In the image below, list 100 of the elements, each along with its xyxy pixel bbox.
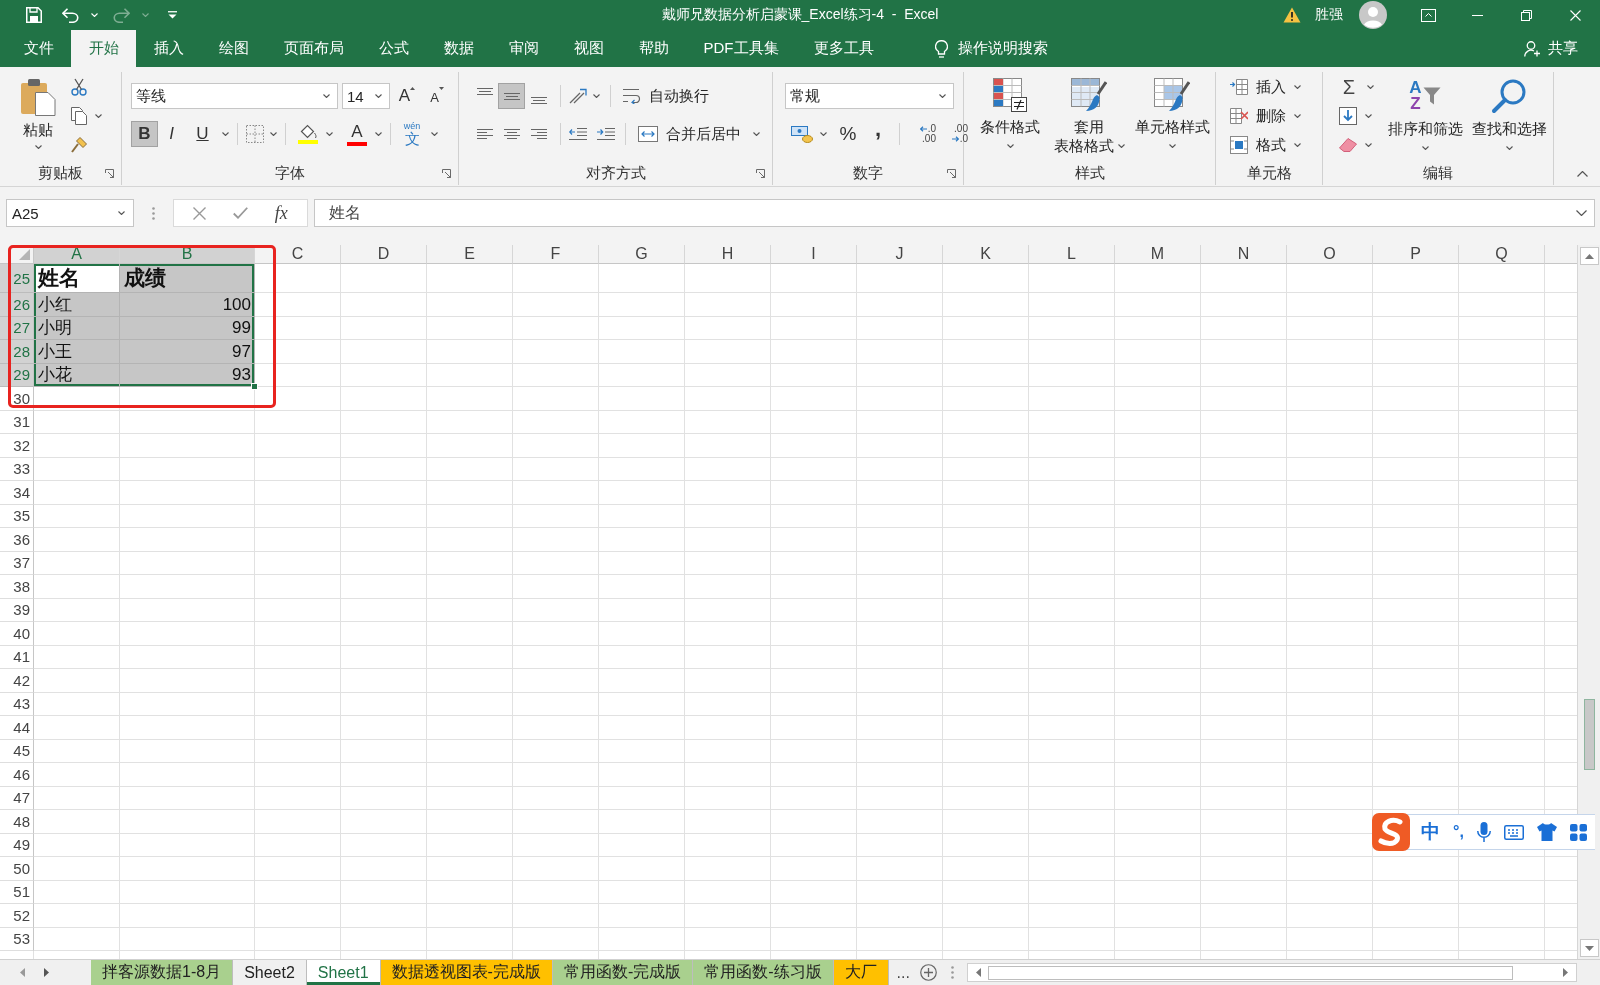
- caret-icon[interactable]: [326, 132, 333, 136]
- cell-styles-button[interactable]: 单元格样式: [1130, 72, 1214, 161]
- shrink-font-button[interactable]: A: [424, 83, 450, 109]
- warning-icon[interactable]: [1283, 7, 1301, 23]
- accounting-icon[interactable]: [791, 125, 813, 143]
- scroll-down-button[interactable]: [1579, 939, 1599, 957]
- sheet-tab[interactable]: 大厂: [833, 960, 889, 985]
- scroll-up-button[interactable]: [1579, 247, 1599, 265]
- menu-tab[interactable]: 公式: [361, 30, 426, 67]
- caret-icon[interactable]: [1294, 143, 1301, 147]
- fill-down-icon[interactable]: [1339, 107, 1357, 125]
- restore-icon[interactable]: [1521, 9, 1532, 21]
- save-icon[interactable]: [26, 7, 42, 23]
- menu-tab[interactable]: 审阅: [491, 30, 556, 67]
- font-size-dropdown[interactable]: 14: [342, 83, 390, 109]
- sheet-tab[interactable]: Sheet1: [306, 960, 381, 985]
- spreadsheet-cell[interactable]: 97: [120, 340, 255, 364]
- name-box[interactable]: A25: [6, 199, 134, 227]
- expand-icon[interactable]: [1576, 210, 1587, 216]
- enter-icon[interactable]: [233, 207, 248, 219]
- column-header[interactable]: M: [1115, 245, 1201, 264]
- more-sheets-button[interactable]: ...: [896, 960, 910, 985]
- fill-handle[interactable]: [251, 383, 258, 390]
- scroll-left-icon[interactable]: [976, 968, 982, 977]
- caret-icon[interactable]: [1365, 114, 1372, 118]
- eraser-icon[interactable]: [1339, 138, 1357, 152]
- spreadsheet-cell[interactable]: 小红: [34, 293, 120, 317]
- caret-icon[interactable]: [1294, 85, 1301, 89]
- column-header[interactable]: F: [513, 245, 599, 264]
- caret-icon[interactable]: [95, 114, 102, 118]
- shirt-icon[interactable]: [1536, 823, 1557, 841]
- insert-cells-button[interactable]: 插入: [1230, 77, 1286, 97]
- sheet-tab[interactable]: Sheet2: [233, 960, 307, 985]
- minimize-icon[interactable]: [1472, 14, 1483, 16]
- insert-function-button[interactable]: fx: [274, 202, 288, 224]
- copy-icon[interactable]: [71, 107, 87, 125]
- spreadsheet-cell[interactable]: 100: [120, 293, 255, 317]
- phonetic-guide-button[interactable]: wén 文: [399, 121, 425, 147]
- spreadsheet-cell[interactable]: 成绩: [120, 264, 255, 293]
- merge-center-button[interactable]: 合并后居中: [638, 121, 741, 147]
- find-select-button[interactable]: 查找和选择: [1468, 72, 1550, 161]
- caret-icon[interactable]: [1294, 114, 1301, 118]
- caret-icon[interactable]: [753, 132, 760, 136]
- dialog-launcher-icon[interactable]: [947, 169, 956, 178]
- menu-tab[interactable]: 更多工具: [796, 30, 891, 67]
- decrease-indent-icon[interactable]: [569, 128, 587, 140]
- vertical-scrollbar[interactable]: [1577, 245, 1600, 959]
- collapse-ribbon-icon[interactable]: [1577, 171, 1588, 177]
- bold-button[interactable]: B: [131, 121, 158, 147]
- dialog-launcher-icon[interactable]: [442, 169, 451, 178]
- caret-icon[interactable]: [1365, 143, 1372, 147]
- caret-icon[interactable]: [431, 132, 438, 136]
- column-header[interactable]: K: [943, 245, 1029, 264]
- border-icon[interactable]: [246, 125, 264, 143]
- underline-button[interactable]: U: [189, 121, 216, 147]
- format-as-table-button[interactable]: 套用 表格格式: [1050, 72, 1128, 161]
- sheet-tab[interactable]: 常用函数-完成版: [552, 960, 694, 985]
- comma-style-button[interactable]: ,: [865, 121, 891, 147]
- tell-me-search[interactable]: 操作说明搜索: [935, 30, 1048, 67]
- caret-icon[interactable]: [270, 132, 277, 136]
- increase-indent-icon[interactable]: [597, 128, 615, 140]
- dialog-launcher-icon[interactable]: [105, 169, 114, 178]
- percent-style-button[interactable]: %: [835, 121, 861, 147]
- spreadsheet-cell[interactable]: 小王: [34, 340, 120, 364]
- column-header[interactable]: P: [1373, 245, 1459, 264]
- font-name-dropdown[interactable]: 等线: [131, 83, 338, 109]
- sort-filter-button[interactable]: A Z 排序和筛选: [1384, 72, 1466, 161]
- text-angle-icon[interactable]: [569, 88, 587, 104]
- sheet-tab[interactable]: 数据透视图表-完成版: [380, 960, 553, 985]
- column-header[interactable]: O: [1287, 245, 1373, 264]
- scissors-icon[interactable]: [71, 78, 87, 96]
- column-header[interactable]: C: [255, 245, 341, 264]
- spreadsheet-cell[interactable]: 姓名: [34, 264, 120, 293]
- cancel-icon[interactable]: [193, 206, 207, 220]
- number-format-dropdown[interactable]: 常规: [785, 83, 954, 109]
- ribbon-display-icon[interactable]: [1421, 8, 1436, 22]
- caret-icon[interactable]: [1367, 85, 1374, 89]
- menu-tab[interactable]: 页面布局: [266, 30, 361, 67]
- menu-tab[interactable]: PDF工具集: [686, 30, 796, 67]
- caret-icon[interactable]: [593, 94, 600, 98]
- close-icon[interactable]: [1570, 9, 1581, 21]
- drag-handle-icon[interactable]: [152, 206, 155, 220]
- column-header[interactable]: H: [685, 245, 771, 264]
- caret-icon[interactable]: [222, 132, 229, 136]
- input-mode-button[interactable]: 中: [1421, 819, 1440, 845]
- apps-grid-icon[interactable]: [1569, 823, 1587, 841]
- dialog-launcher-icon[interactable]: [756, 169, 765, 178]
- menu-tab[interactable]: 绘图: [201, 30, 266, 67]
- menu-tab[interactable]: 数据: [426, 30, 491, 67]
- formula-field[interactable]: 姓名: [314, 199, 1595, 227]
- punctuation-button[interactable]: °,: [1453, 823, 1464, 841]
- horizontal-scrollbar[interactable]: [966, 963, 1577, 982]
- menu-tab[interactable]: 插入: [136, 30, 201, 67]
- scroll-thumb[interactable]: [1583, 699, 1595, 770]
- sheet-tab[interactable]: 拌客源数据1-8月: [91, 960, 234, 985]
- conditional-format-button[interactable]: 条件格式: [972, 72, 1048, 161]
- decrease-decimal-button[interactable]: .00 .0: [940, 121, 968, 147]
- spreadsheet-cell[interactable]: 小明: [34, 316, 120, 340]
- delete-cells-button[interactable]: 删除: [1230, 106, 1286, 126]
- column-header[interactable]: N: [1201, 245, 1287, 264]
